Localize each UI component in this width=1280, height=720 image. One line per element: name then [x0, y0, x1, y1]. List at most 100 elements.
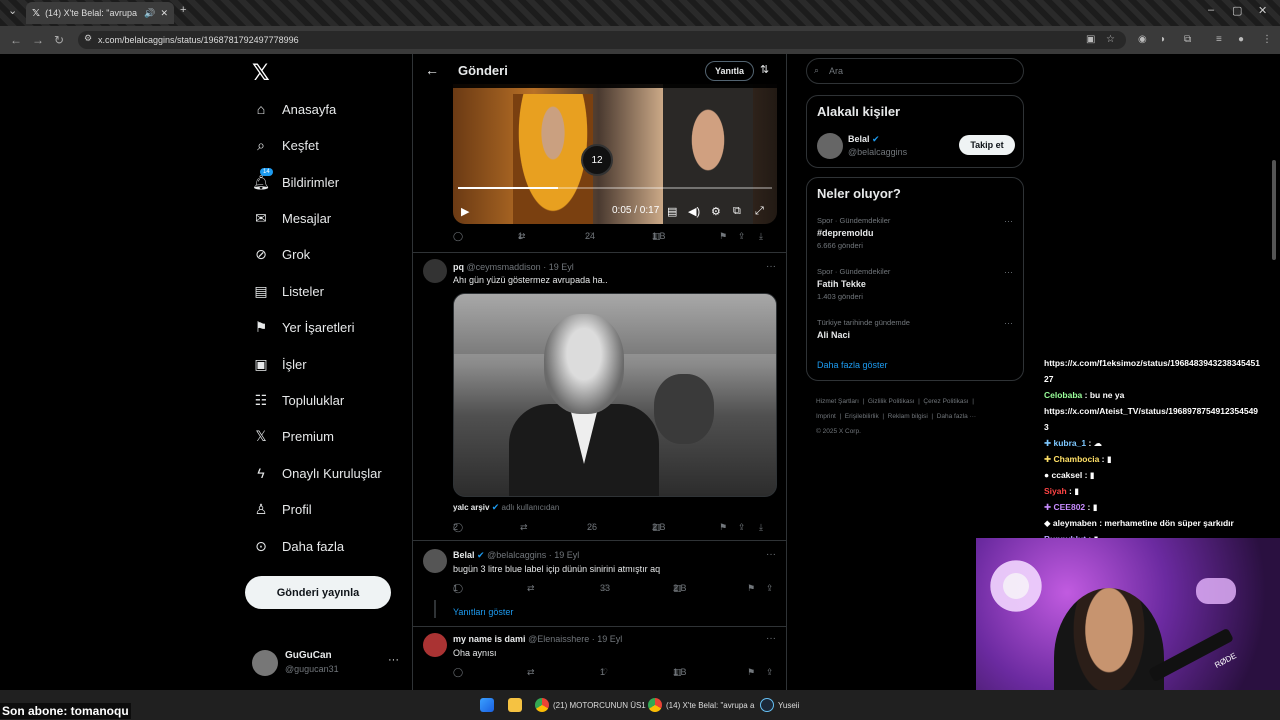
forward-nav-icon[interactable]: →: [32, 33, 44, 47]
tweet-author-name[interactable]: pq: [453, 262, 464, 272]
taskbar-item-active[interactable]: (14) X'te Belal: "avrupa a: [648, 697, 754, 713]
tweet-author-name[interactable]: my name is dami: [453, 634, 526, 644]
extension-icon[interactable]: ◉: [1138, 34, 1147, 45]
footer-link[interactable]: Erişilebilirlik: [845, 413, 879, 420]
more-dots-icon[interactable]: ···: [766, 549, 776, 560]
reply-button[interactable]: Yanıtla: [705, 61, 755, 81]
share-icon[interactable]: ⇪: [738, 522, 746, 533]
audio-extension-icon[interactable]: ◗: [1160, 34, 1166, 45]
star-icon[interactable]: ☆: [1106, 34, 1115, 45]
avatar[interactable]: [817, 133, 843, 159]
sidebar-item-bookmarks[interactable]: ⚑ Yer İşaretleri: [252, 314, 355, 340]
retweet-icon[interactable]: ⇄: [527, 583, 535, 594]
back-nav-icon[interactable]: ←: [10, 33, 22, 47]
volume-icon[interactable]: ◀): [688, 205, 700, 218]
more-dots-icon[interactable]: ···: [766, 633, 776, 644]
tweet-author-handle[interactable]: @belalcaggins: [487, 550, 546, 560]
trend-item[interactable]: Spor · Gündemdekiler #depremoldu 6.666 g…: [817, 216, 1013, 250]
show-replies-link[interactable]: Yanıtları göster: [453, 607, 513, 617]
footer-link[interactable]: Imprint: [816, 413, 836, 420]
video-player[interactable]: 12 ▶ 0:05 / 0:17 ▤ ◀) ⚙ ⧉ ⤢: [453, 84, 777, 224]
footer-link[interactable]: Gizlilik Politikası: [868, 398, 915, 405]
new-tab-icon[interactable]: +: [180, 4, 186, 16]
share-icon[interactable]: ⇪: [738, 231, 746, 242]
avatar[interactable]: [423, 633, 447, 657]
more-dots-icon[interactable]: ···: [1004, 267, 1013, 277]
tweet-author-handle[interactable]: @Elenaisshere: [528, 634, 589, 644]
footer-link[interactable]: Çerez Politikası: [923, 398, 968, 405]
install-icon[interactable]: ▣: [1086, 34, 1095, 45]
minimize-icon[interactable]: –: [1208, 4, 1214, 16]
retweet-icon[interactable]: ⇄: [527, 667, 535, 678]
video-progress-bar[interactable]: [458, 187, 772, 189]
tab-audio-icon[interactable]: 🔊: [144, 8, 155, 19]
more-dots-icon[interactable]: ···: [1004, 216, 1013, 226]
tweet-date[interactable]: 19 Eyl: [597, 634, 622, 644]
footer-link[interactable]: Hizmet Şartları: [816, 398, 859, 405]
bookmark-icon[interactable]: ⚑: [719, 231, 727, 242]
scrollbar[interactable]: [1272, 160, 1276, 260]
sidebar-item-messages[interactable]: ✉ Mesajlar: [252, 205, 331, 231]
more-dots-icon[interactable]: ···: [388, 654, 399, 666]
sidebar-item-home[interactable]: ⌂ Anasayfa: [252, 96, 336, 122]
window-close-icon[interactable]: ✕: [1258, 4, 1267, 17]
settings-icon[interactable]: ⚙: [711, 205, 721, 218]
sidebar-item-jobs[interactable]: ▣ İşler: [252, 351, 306, 377]
x-home-logo-icon[interactable]: 𝕏: [252, 60, 270, 86]
reply-icon[interactable]: ◯: [453, 231, 463, 242]
tab-close-icon[interactable]: ✕: [160, 8, 168, 19]
reload-icon[interactable]: ↻: [54, 33, 64, 47]
tweet-author-name[interactable]: Belal: [453, 550, 475, 560]
bookmark-icon[interactable]: ⚑: [719, 522, 727, 533]
media-icon[interactable]: ≡: [1216, 34, 1222, 45]
tweet-author-handle[interactable]: @ceymsmaddison: [467, 262, 541, 272]
more-dots-icon[interactable]: ···: [1004, 318, 1013, 328]
bookmark-icon[interactable]: ⚑: [747, 667, 755, 678]
back-arrow-icon[interactable]: ←: [425, 62, 439, 78]
fullscreen-icon[interactable]: ⤢: [755, 205, 764, 218]
site-info-icon[interactable]: ⚙: [84, 33, 92, 44]
url-input[interactable]: x.com/belalcaggins/status/19687817924977…: [78, 31, 1126, 49]
share-icon[interactable]: ⇪: [766, 583, 774, 594]
menu-icon[interactable]: ⋮: [1262, 34, 1272, 45]
search-input[interactable]: Ara: [806, 58, 1024, 84]
sidebar-item-communities[interactable]: ☷ Topluluklar: [252, 387, 344, 413]
browser-tab[interactable]: 𝕏 (14) X'te Belal: "avrupa aren 🔊 ✕: [26, 2, 174, 24]
download-icon[interactable]: ⤓: [759, 522, 763, 533]
trend-item[interactable]: Türkiye tarihinde gündemde Ali Naci ···: [817, 318, 1013, 340]
trend-item[interactable]: Spor · Gündemdekiler Fatih Tekke 1.403 g…: [817, 267, 1013, 301]
follow-button[interactable]: Takip et: [959, 135, 1015, 155]
sidebar-item-verified-orgs[interactable]: ϟ Onaylı Kuruluşlar: [252, 460, 381, 486]
tweet-date[interactable]: 19 Eyl: [549, 262, 574, 272]
sidebar-item-explore[interactable]: ⌕ Keşfet: [252, 132, 319, 158]
bookmark-icon[interactable]: ⚑: [747, 583, 755, 594]
captions-icon[interactable]: ▤: [667, 205, 677, 218]
footer-link[interactable]: Reklam bilgisi: [888, 413, 928, 420]
account-switcher[interactable]: GuGuCan @gugucan31 ···: [252, 650, 402, 680]
sidebar-item-premium[interactable]: 𝕏 Premium: [252, 423, 334, 449]
avatar[interactable]: [423, 549, 447, 573]
sidebar-item-grok[interactable]: ⊘ Grok: [252, 241, 310, 267]
tweet-date[interactable]: 19 Eyl: [554, 550, 579, 560]
windows-start-icon[interactable]: [480, 697, 494, 713]
media-attribution[interactable]: yalc arşiv ✔ adlı kullanıcıdan: [453, 502, 559, 513]
sidebar-item-profile[interactable]: ♙ Profil: [252, 496, 312, 522]
avatar[interactable]: [423, 259, 447, 283]
tweet-photo[interactable]: [453, 293, 777, 497]
profile-icon[interactable]: ●: [1238, 34, 1244, 45]
sliders-icon[interactable]: ⇅: [760, 63, 769, 76]
file-explorer-icon[interactable]: [508, 697, 522, 713]
related-user-handle[interactable]: @belalcaggins: [848, 147, 907, 157]
footer-link[interactable]: Daha fazla ···: [937, 413, 976, 420]
download-icon[interactable]: ⤓: [759, 231, 763, 242]
taskbar-item[interactable]: (21) MOTORCUNUN ÜS1: [535, 697, 646, 713]
more-dots-icon[interactable]: ···: [766, 261, 776, 272]
sidebar-item-lists[interactable]: ▤ Listeler: [252, 278, 324, 304]
reply-icon[interactable]: ◯: [453, 667, 463, 678]
share-icon[interactable]: ⇪: [766, 667, 774, 678]
sidebar-item-notifications[interactable]: 🔔︎ 14 Bildirimler: [252, 168, 339, 195]
related-user-name[interactable]: Belal ✔: [848, 134, 880, 145]
sidebar-item-more[interactable]: ⊙ Daha fazla: [252, 533, 344, 559]
post-button[interactable]: Gönderi yayınla: [245, 576, 391, 609]
maximize-icon[interactable]: ▢: [1232, 4, 1242, 17]
